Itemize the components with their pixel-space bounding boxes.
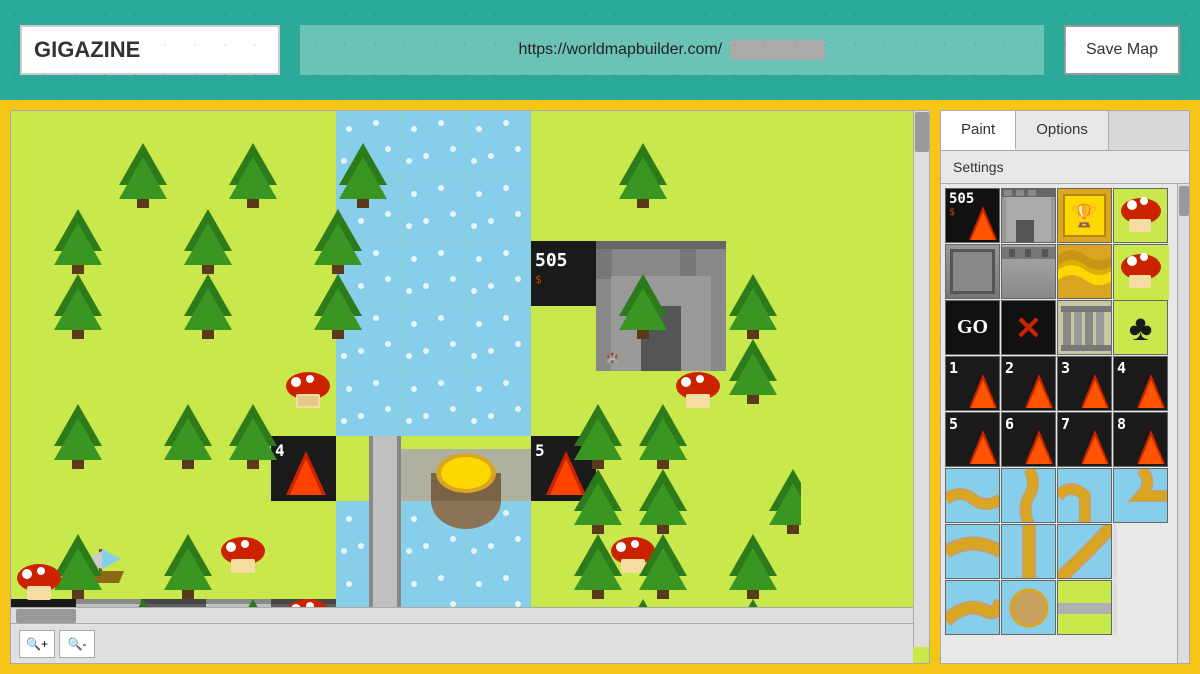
panel-scrollbar-vertical[interactable] bbox=[1177, 184, 1189, 663]
tab-paint[interactable]: Paint bbox=[941, 111, 1016, 150]
tile-terrain-4[interactable] bbox=[945, 580, 1000, 635]
tile-castle-1[interactable] bbox=[1001, 188, 1056, 243]
map-bottom-toolbar: 🔍+ 🔍- bbox=[11, 623, 913, 663]
tile-num-8[interactable]: 8 bbox=[1113, 412, 1168, 467]
tab-settings[interactable]: Settings bbox=[941, 151, 1189, 184]
svg-text:🏰: 🏰 bbox=[606, 352, 619, 364]
tile-path-4[interactable] bbox=[1113, 468, 1168, 523]
tile-num-7[interactable]: 7 bbox=[1057, 412, 1112, 467]
map-scrollbar-horizontal[interactable] bbox=[11, 607, 913, 623]
tile-num-6[interactable]: 6 bbox=[1001, 412, 1056, 467]
map-area[interactable]: 505 $ 🏰 bbox=[10, 110, 930, 664]
map-scrollbar-vertical[interactable] bbox=[913, 111, 929, 647]
tile-mushroom-2[interactable] bbox=[1113, 244, 1168, 299]
tile-num-4[interactable]: 4 bbox=[1113, 356, 1168, 411]
main-content: 505 $ 🏰 bbox=[0, 100, 1200, 674]
tile-terrain-6[interactable] bbox=[1057, 580, 1112, 635]
right-panel: Paint Options Settings 505 $ bbox=[940, 110, 1190, 664]
svg-text:4: 4 bbox=[275, 441, 285, 460]
url-blurred-segment: ████████ bbox=[730, 40, 825, 60]
tile-gold-wave[interactable] bbox=[1057, 244, 1112, 299]
tile-gold[interactable]: 🏆 bbox=[1057, 188, 1112, 243]
url-text: https://worldmapbuilder.com/ bbox=[518, 41, 722, 59]
svg-text:505: 505 bbox=[535, 250, 568, 271]
tile-terrain-1[interactable] bbox=[945, 524, 1000, 579]
tile-castle-3[interactable] bbox=[1001, 244, 1056, 299]
tile-columns[interactable] bbox=[1057, 300, 1112, 355]
map-scrollbar-v-thumb[interactable] bbox=[915, 112, 929, 152]
svg-text:5: 5 bbox=[535, 441, 545, 460]
url-display: https://worldmapbuilder.com/ ████████ bbox=[300, 25, 1044, 75]
tile-x[interactable]: ✕ bbox=[1001, 300, 1056, 355]
tile-go[interactable]: GO bbox=[945, 300, 1000, 355]
tile-505[interactable]: 505 $ bbox=[945, 188, 1000, 243]
panel-scrollbar-thumb[interactable] bbox=[1179, 186, 1189, 216]
top-bar: GIGAZINE https://worldmapbuilder.com/ ██… bbox=[0, 0, 1200, 100]
zoom-out-button[interactable]: 🔍- bbox=[59, 630, 95, 658]
tile-club[interactable]: ♣ bbox=[1113, 300, 1168, 355]
svg-text:$: $ bbox=[535, 273, 542, 286]
tile-castle-2[interactable] bbox=[945, 244, 1000, 299]
tile-num-2[interactable]: 2 bbox=[1001, 356, 1056, 411]
save-map-button[interactable]: Save Map bbox=[1064, 25, 1180, 75]
tile-terrain-2[interactable] bbox=[1001, 524, 1056, 579]
zoom-in-button[interactable]: 🔍+ bbox=[19, 630, 55, 658]
tile-num-5[interactable]: 5 bbox=[945, 412, 1000, 467]
tile-num-1[interactable]: 1 bbox=[945, 356, 1000, 411]
tile-mushroom-1[interactable] bbox=[1113, 188, 1168, 243]
tile-terrain-5[interactable] bbox=[1001, 580, 1056, 635]
map-title-input[interactable]: GIGAZINE bbox=[20, 25, 280, 75]
tile-path-1[interactable] bbox=[945, 468, 1000, 523]
panel-right-gutter bbox=[1113, 524, 1117, 579]
tile-path-3[interactable] bbox=[1057, 468, 1112, 523]
map-canvas[interactable]: 505 $ 🏰 bbox=[11, 111, 801, 651]
panel-tile-area[interactable]: 505 $ bbox=[941, 184, 1189, 663]
tile-terrain-3[interactable] bbox=[1057, 524, 1112, 579]
tab-options[interactable]: Options bbox=[1016, 111, 1109, 150]
panel-right-gutter2 bbox=[1113, 580, 1117, 635]
map-scrollbar-h-thumb[interactable] bbox=[16, 609, 76, 623]
tile-path-2[interactable] bbox=[1001, 468, 1056, 523]
panel-tabs: Paint Options bbox=[941, 111, 1189, 151]
tile-num-3[interactable]: 3 bbox=[1057, 356, 1112, 411]
